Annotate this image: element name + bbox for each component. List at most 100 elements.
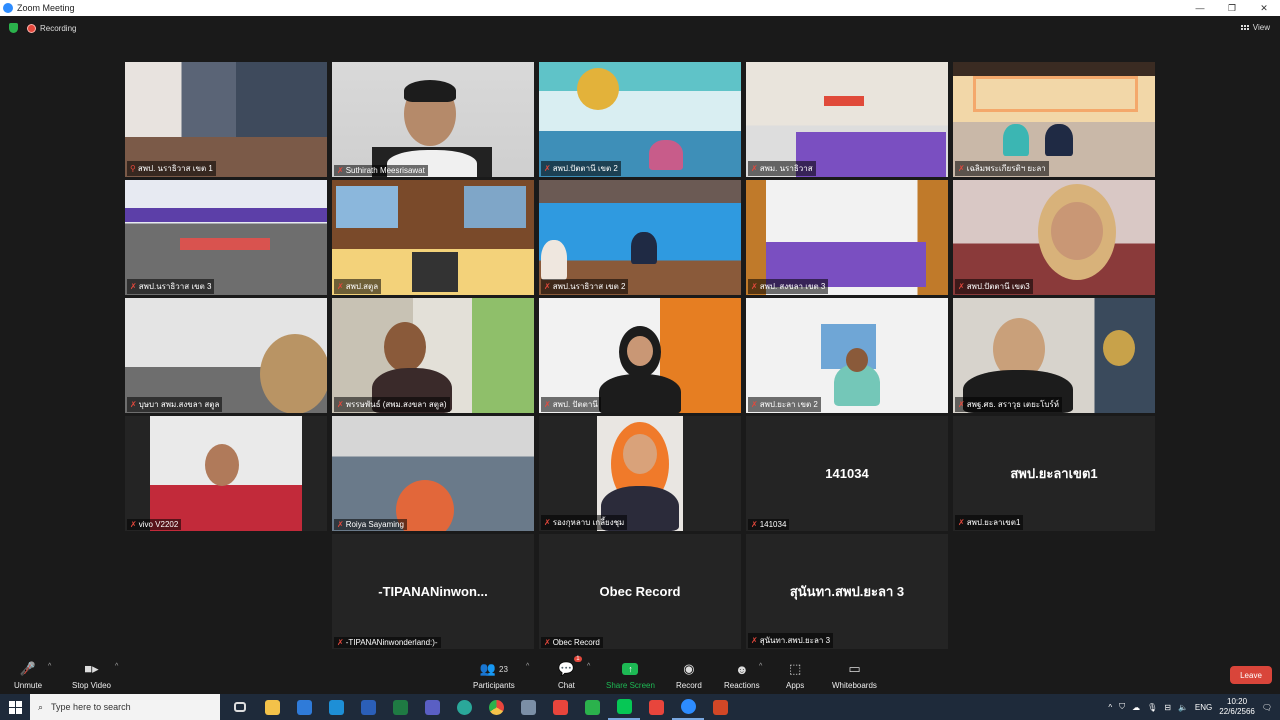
share-screen-icon: ↑ xyxy=(622,660,639,678)
task-view-button[interactable] xyxy=(224,694,256,720)
participant-tile[interactable]: 141034 ✗ 141034 xyxy=(746,416,948,531)
participant-name: ✗ พรรษพันธ์ (สพม.สงขลา สตูล) xyxy=(334,397,450,412)
anydesk-button[interactable] xyxy=(544,694,576,720)
participant-tile[interactable]: สุนันทา.สพป.ยะลา 3 ✗ สุนันทา.สพป.ยะลา 3 xyxy=(746,534,948,649)
word-button[interactable] xyxy=(352,694,384,720)
participant-tile-active-speaker[interactable]: ✗ สพฐ.ศธ. สราวุธ เตยะโบร์ห์ xyxy=(953,298,1155,413)
acrobat-button[interactable] xyxy=(640,694,672,720)
mic-muted-icon: ✗ xyxy=(544,638,551,647)
participant-name: ✗ สพป.นราธิวาส เขต 2 xyxy=(541,279,629,294)
participant-name: ⚲ สพป. นราธิวาส เขต 1 xyxy=(127,161,216,176)
participant-tile[interactable]: ✗ สพป.ปัตตานี เขต 2 xyxy=(539,62,741,177)
shield-tray-icon[interactable]: ⛉ xyxy=(1119,702,1125,712)
mail-button[interactable] xyxy=(288,694,320,720)
close-button[interactable]: ✕ xyxy=(1248,0,1280,16)
window-titlebar: Zoom Meeting — ❐ ✕ xyxy=(0,0,1280,16)
participant-tile[interactable]: Obec Record ✗ Obec Record xyxy=(539,534,741,649)
whiteboards-button[interactable]: ▭ Whiteboards xyxy=(832,660,877,690)
edge-button[interactable] xyxy=(448,694,480,720)
mic-muted-icon: ✗ xyxy=(544,400,551,409)
line-app-button[interactable] xyxy=(320,694,352,720)
audio-options-chevron-icon[interactable]: ^ xyxy=(48,663,51,670)
chat-button[interactable]: 💬 1 Chat xyxy=(558,656,582,690)
powerpoint-button[interactable] xyxy=(704,694,736,720)
chat-chevron-icon[interactable]: ^ xyxy=(587,663,590,670)
encryption-shield-icon[interactable] xyxy=(9,23,18,33)
participants-chevron-icon[interactable]: ^ xyxy=(526,663,529,670)
input-language[interactable]: ENG xyxy=(1195,703,1212,712)
participant-tile[interactable]: ✗ พรรษพันธ์ (สพม.สงขลา สตูล) xyxy=(332,298,534,413)
apps-icon: ⬚ xyxy=(788,661,802,676)
l-app-icon xyxy=(328,699,344,715)
participant-name: ✗ รองกุหลาบ เกลี้ยงชุม xyxy=(541,515,628,530)
participant-tile[interactable]: ✗ vivo V2202 xyxy=(125,416,327,531)
file-explorer-button[interactable] xyxy=(256,694,288,720)
clock-time: 10:20 xyxy=(1227,697,1248,706)
volume-tray-icon[interactable]: 🔈 xyxy=(1178,703,1188,712)
network-tray-icon[interactable]: ⊟ xyxy=(1164,703,1171,712)
participants-button[interactable]: 👥 23 Participants xyxy=(473,660,515,690)
participant-tile[interactable]: สพป.ยะลาเขต1 ✗ สพป.ยะลาเขต1 xyxy=(953,416,1155,531)
share-screen-button[interactable]: ↑ Share Screen xyxy=(606,660,655,690)
participant-name: ✗ Suthirath Meesrisawat xyxy=(334,165,428,176)
unmute-button[interactable]: 🎤 ⁄ Unmute xyxy=(14,660,42,690)
apps-button[interactable]: ⬚ Apps xyxy=(786,660,804,690)
maximize-button[interactable]: ❐ xyxy=(1216,0,1248,16)
mic-muted-icon: ✗ xyxy=(751,636,758,645)
participant-tile[interactable]: ✗ เฉลิมพระเกียรติฯ ยะลา xyxy=(953,62,1155,177)
taskbar-search-box[interactable]: ⌕ Type here to search xyxy=(30,694,220,720)
mic-muted-icon: ✗ xyxy=(337,520,344,529)
view-button[interactable]: View xyxy=(1240,23,1270,32)
participant-tile[interactable]: ✗ Suthirath Meesrisawat xyxy=(332,62,534,177)
participant-name: ✗ สพป.นราธิวาส เขต 3 xyxy=(127,279,215,294)
folder-icon xyxy=(264,699,280,715)
minimize-button[interactable]: — xyxy=(1184,0,1216,16)
zoom-taskbar-button[interactable] xyxy=(672,694,704,720)
anydesk-icon xyxy=(552,699,568,715)
participant-tile[interactable]: ✗ สพม. นราธิวาส xyxy=(746,62,948,177)
start-button[interactable] xyxy=(0,694,30,720)
excel-icon xyxy=(392,699,408,715)
notifications-icon[interactable]: 🗨 xyxy=(1262,703,1272,712)
mic-tray-icon[interactable]: 🎙 xyxy=(1147,703,1157,712)
participant-name: ✗ vivo V2202 xyxy=(127,519,182,530)
participant-display-name: Obec Record xyxy=(599,584,681,599)
participant-name: ✗ 141034 xyxy=(748,519,790,530)
network-app-button[interactable] xyxy=(512,694,544,720)
cloud-tray-icon[interactable]: ☁ xyxy=(1132,703,1140,712)
participant-tile[interactable]: ✗ สพป.ปัตตานี เขต3 xyxy=(953,180,1155,295)
chrome-button[interactable] xyxy=(480,694,512,720)
participant-tile[interactable]: ✗ สพป. ปัตตานี xyxy=(539,298,741,413)
stop-video-button[interactable]: ■▸ Stop Video xyxy=(72,660,111,690)
participants-count: 23 xyxy=(499,664,508,674)
record-button[interactable]: ◉ Record xyxy=(676,660,702,690)
participant-tile[interactable]: -TIPANANinwon... ✗ -TIPANANinwonderland:)… xyxy=(332,534,534,649)
photo-app-button[interactable] xyxy=(576,694,608,720)
mic-muted-icon: ✗ xyxy=(337,400,344,409)
leave-button[interactable]: Leave xyxy=(1230,666,1272,684)
mic-muted-icon: ✗ xyxy=(544,164,551,173)
participant-name: ✗ สพฐ.ศธ. สราวุธ เตยะโบร์ห์ xyxy=(955,397,1063,412)
mic-muted-icon: ✗ xyxy=(958,282,965,291)
recording-label[interactable]: Recording xyxy=(40,24,76,33)
system-clock[interactable]: 10:20 22/6/2566 xyxy=(1219,697,1255,717)
word-icon xyxy=(360,699,376,715)
participant-tile[interactable]: ✗ สพป.นราธิวาส เขต 2 xyxy=(539,180,741,295)
teams-button[interactable] xyxy=(416,694,448,720)
excel-button[interactable] xyxy=(384,694,416,720)
participant-tile[interactable]: ✗ บุษบา สพม.สงขลา สตูล xyxy=(125,298,327,413)
participant-tile[interactable]: ✗ Roiya Sayaming xyxy=(332,416,534,531)
participant-tile[interactable]: ✗ สพป.นราธิวาส เขต 3 xyxy=(125,180,327,295)
participant-tile[interactable]: ✗ สพป.ยะลา เขต 2 xyxy=(746,298,948,413)
reactions-button[interactable]: ☻ Reactions xyxy=(724,660,760,691)
video-options-chevron-icon[interactable]: ^ xyxy=(115,663,118,670)
participant-tile[interactable]: ✗ สพป.สตูล xyxy=(332,180,534,295)
tray-overflow-chevron-icon[interactable]: ^ xyxy=(1108,703,1112,712)
participant-tile[interactable]: ✗ รองกุหลาบ เกลี้ยงชุม xyxy=(539,416,741,531)
mic-muted-icon: ✗ xyxy=(130,520,137,529)
participant-tile[interactable]: ⚲ สพป. นราธิวาส เขต 1 xyxy=(125,62,327,177)
participants-icon: 👥 23 xyxy=(479,661,508,676)
reactions-chevron-icon[interactable]: ^ xyxy=(759,663,762,670)
participant-tile[interactable]: ✗ สพป. สงขลา เขต 3 xyxy=(746,180,948,295)
line-chat-button[interactable] xyxy=(608,694,640,720)
